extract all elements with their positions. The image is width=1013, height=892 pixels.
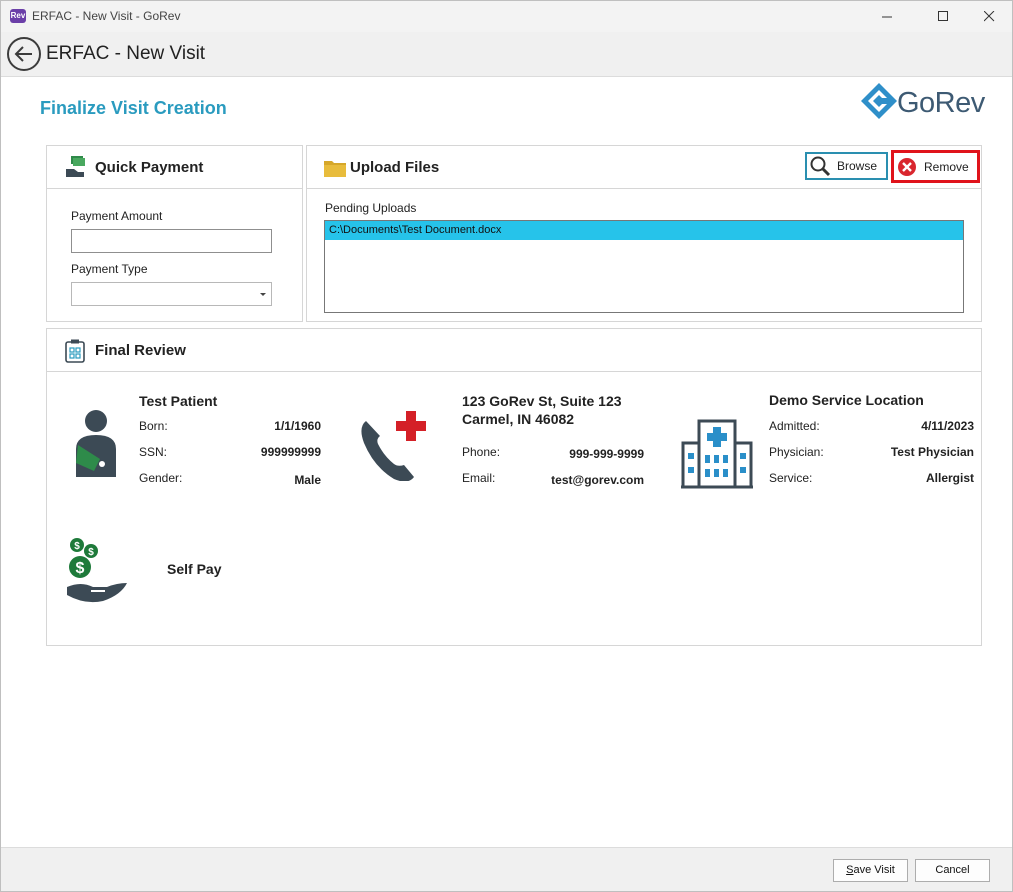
born-value: 1/1/1960 (274, 419, 321, 433)
minimize-button[interactable] (864, 1, 910, 32)
back-button[interactable] (7, 37, 41, 71)
browse-label: Browse (837, 159, 878, 173)
chevron-down-icon (260, 293, 266, 296)
born-label: Born: (139, 419, 168, 433)
physician-label: Physician: (769, 445, 824, 459)
admitted-value: 4/11/2023 (921, 419, 974, 433)
quick-payment-panel: Quick Payment Payment Amount Payment Typ… (46, 145, 303, 322)
gender-value: Male (294, 473, 321, 487)
header-title: ERFAC - New Visit (46, 43, 206, 64)
pending-uploads-list[interactable]: C:\Documents\Test Document.docx (324, 220, 964, 313)
patient-sling-icon (76, 410, 116, 477)
service-value: Allergist (925, 471, 974, 485)
admitted-label: Admitted: (769, 419, 820, 433)
clipboard-icon (65, 339, 85, 363)
arrow-left-icon (14, 46, 32, 62)
phone-label: Phone: (462, 445, 501, 459)
address-line-2: Carmel, IN 46082 (462, 411, 575, 427)
upload-files-panel: Upload Files Browse Remove Pending Uploa… (306, 145, 982, 322)
remove-button[interactable]: Remove (891, 150, 980, 183)
title-bar: Rev ERFAC - New Visit - GoRev (1, 1, 1012, 32)
page-title: Finalize Visit Creation (40, 98, 227, 118)
pending-uploads-label: Pending Uploads (325, 201, 417, 215)
maximize-icon (937, 11, 948, 21)
pending-upload-item[interactable]: C:\Documents\Test Document.docx (325, 221, 963, 240)
magnifier-icon (810, 156, 831, 177)
folder-icon (324, 161, 346, 177)
quick-payment-header: Quick Payment (47, 146, 302, 189)
address-line-1: 123 GoRev St, Suite 123 (462, 393, 622, 409)
save-visit-label: ave Visit (853, 864, 895, 876)
payment-type-label: Payment Type (71, 262, 148, 276)
phone-value: 999-999-9999 (569, 447, 644, 461)
maximize-button[interactable] (920, 1, 966, 32)
gorev-logo-icon (861, 83, 897, 119)
svg-text:$: $ (88, 547, 94, 558)
payment-amount-input[interactable] (71, 229, 272, 253)
cash-hand-icon (66, 156, 85, 177)
final-review-panel: Final Review Test Patient Born: 1/1/1960… (46, 328, 982, 646)
physician-value: Test Physician (890, 445, 974, 459)
window-title: ERFAC - New Visit - GoRev (32, 9, 181, 23)
quick-payment-title: Quick Payment (95, 159, 204, 176)
email-value: test@gorev.com (551, 473, 644, 487)
ssn-value: 999999999 (260, 445, 321, 459)
remove-label: Remove (924, 159, 969, 174)
service-label: Service: (769, 471, 813, 485)
svg-text:$: $ (74, 541, 80, 552)
email-label: Email: (462, 471, 496, 485)
remove-x-icon (898, 157, 916, 176)
cancel-button[interactable]: Cancel (915, 859, 990, 882)
location-name: Demo Service Location (769, 392, 924, 408)
save-visit-button[interactable]: Save Visit (833, 859, 908, 882)
gender-label: Gender: (139, 471, 183, 485)
final-review-title: Final Review (95, 342, 186, 359)
gorev-logo: GoRev (859, 81, 995, 123)
money-hand-icon: $ $ $ (67, 538, 127, 603)
patient-name: Test Patient (139, 393, 218, 409)
phone-medical-icon (361, 411, 426, 481)
close-icon (983, 11, 994, 22)
minimize-icon (881, 16, 892, 18)
header-bar: ERFAC - New Visit (1, 32, 1012, 77)
svg-text:$: $ (76, 560, 85, 577)
payer-name: Self Pay (167, 561, 222, 577)
ssn-label: SSN: (139, 445, 168, 459)
browse-button[interactable]: Browse (805, 152, 888, 180)
app-window: Rev ERFAC - New Visit - GoRev ERFAC - Ne… (0, 0, 1013, 892)
close-button[interactable] (966, 1, 1012, 32)
footer-bar: Save Visit Cancel (1, 847, 1012, 891)
payment-type-select[interactable] (71, 282, 272, 306)
final-review-header: Final Review (47, 329, 981, 372)
app-icon: Rev (10, 9, 26, 23)
upload-files-title: Upload Files (350, 159, 440, 176)
logo-text: GoRev (897, 87, 985, 119)
upload-files-header: Upload Files Browse Remove (307, 146, 981, 189)
hospital-building-icon (681, 419, 753, 489)
payment-amount-label: Payment Amount (71, 209, 163, 223)
